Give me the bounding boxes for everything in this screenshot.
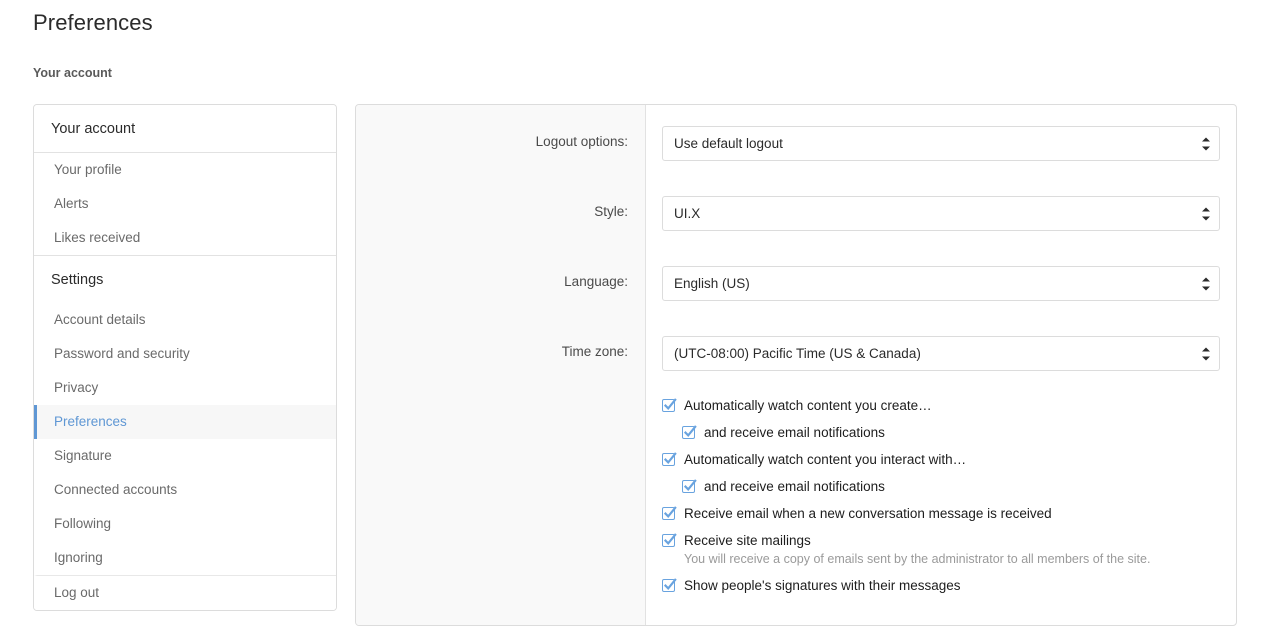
- checkbox-row: and receive email notifications: [682, 424, 1222, 442]
- page-title: Preferences: [33, 10, 153, 36]
- checkbox-row: Receive email when a new conversation me…: [662, 505, 1222, 523]
- field-label: Style:: [356, 204, 628, 219]
- breadcrumb: Your account: [33, 66, 112, 80]
- checkbox-label[interactable]: Automatically watch content you interact…: [684, 452, 966, 467]
- sidebar-item-following[interactable]: Following: [34, 507, 336, 541]
- sidebar-header: Your account: [34, 105, 336, 153]
- select-value: UI.X: [674, 206, 700, 221]
- sidebar-group-heading: Settings: [34, 256, 336, 303]
- form-row: Style: UI.X: [356, 189, 1236, 259]
- checkbox-row: and receive email notifications: [682, 478, 1222, 496]
- form-row: Logout options: Use default logout: [356, 119, 1236, 189]
- field-label: Logout options:: [356, 134, 628, 149]
- select-time-zone[interactable]: (UTC-08:00) Pacific Time (US & Canada): [662, 336, 1220, 371]
- preferences-form-panel: Logout options: Use default logout Style: U…: [355, 104, 1237, 626]
- checkbox-description: You will receive a copy of emails sent b…: [684, 551, 1222, 568]
- checkbox-label[interactable]: and receive email notifications: [704, 479, 885, 494]
- select-value: Use default logout: [674, 136, 783, 151]
- checkbox-row: Automatically watch content you create…: [662, 397, 1222, 415]
- sidebar-item-account-details[interactable]: Account details: [34, 303, 336, 337]
- checkbox-row: Automatically watch content you interact…: [662, 451, 1222, 469]
- sidebar-group: SettingsAccount detailsPassword and secu…: [34, 255, 336, 610]
- checkbox-label[interactable]: Receive email when a new conversation me…: [684, 506, 1052, 521]
- sidebar-item-signature[interactable]: Signature: [34, 439, 336, 473]
- checkbox-checked-icon[interactable]: [682, 426, 695, 439]
- sidebar-item-likes-received[interactable]: Likes received: [34, 221, 336, 255]
- checkbox-checked-icon[interactable]: [662, 507, 675, 520]
- select-spinner-icon: [1202, 136, 1211, 151]
- select-language[interactable]: English (US): [662, 266, 1220, 301]
- checkbox-label[interactable]: Receive site mailings: [684, 533, 811, 548]
- select-spinner-icon: [1202, 206, 1211, 221]
- sidebar-item-connected-accounts[interactable]: Connected accounts: [34, 473, 336, 507]
- form-row: Language: English (US): [356, 259, 1236, 329]
- field-label: Time zone:: [356, 344, 628, 359]
- checkbox-checked-icon[interactable]: [662, 453, 675, 466]
- checkbox-row: Show people's signatures with their mess…: [662, 577, 1222, 595]
- checkbox-label[interactable]: and receive email notifications: [704, 425, 885, 440]
- select-value: English (US): [674, 276, 750, 291]
- checkbox-label[interactable]: Show people's signatures with their mess…: [684, 578, 960, 593]
- sidebar-item-alerts[interactable]: Alerts: [34, 187, 336, 221]
- sidebar-item-your-profile[interactable]: Your profile: [34, 153, 336, 187]
- sidebar-item-password-and-security[interactable]: Password and security: [34, 337, 336, 371]
- select-spinner-icon: [1202, 276, 1211, 291]
- sidebar-group: Your profileAlertsLikes received: [34, 153, 336, 255]
- sidebar-item-ignoring[interactable]: Ignoring: [34, 541, 336, 575]
- field-label: Language:: [356, 274, 628, 289]
- sidebar-item-privacy[interactable]: Privacy: [34, 371, 336, 405]
- sidebar-groups: Your profileAlertsLikes receivedSettings…: [34, 153, 336, 610]
- sidebar-item-log-out[interactable]: Log out: [34, 575, 336, 610]
- select-logout-options[interactable]: Use default logout: [662, 126, 1220, 161]
- checkbox-checked-icon[interactable]: [662, 579, 675, 592]
- select-spinner-icon: [1202, 346, 1211, 361]
- checkbox-checked-icon[interactable]: [662, 534, 675, 547]
- notification-checkbox-list: Automatically watch content you create… a…: [662, 397, 1222, 604]
- checkbox-row: Receive site mailings You will receive a …: [662, 532, 1222, 568]
- form-row: Time zone: (UTC-08:00) Pacific Time (US &…: [356, 329, 1236, 399]
- checkbox-checked-icon[interactable]: [662, 399, 675, 412]
- checkbox-checked-icon[interactable]: [682, 480, 695, 493]
- select-value: (UTC-08:00) Pacific Time (US & Canada): [674, 346, 921, 361]
- sidebar-nav: Your account Your profileAlertsLikes rec…: [33, 104, 337, 611]
- sidebar-item-preferences[interactable]: Preferences: [34, 405, 336, 439]
- checkbox-label[interactable]: Automatically watch content you create…: [684, 398, 932, 413]
- select-style[interactable]: UI.X: [662, 196, 1220, 231]
